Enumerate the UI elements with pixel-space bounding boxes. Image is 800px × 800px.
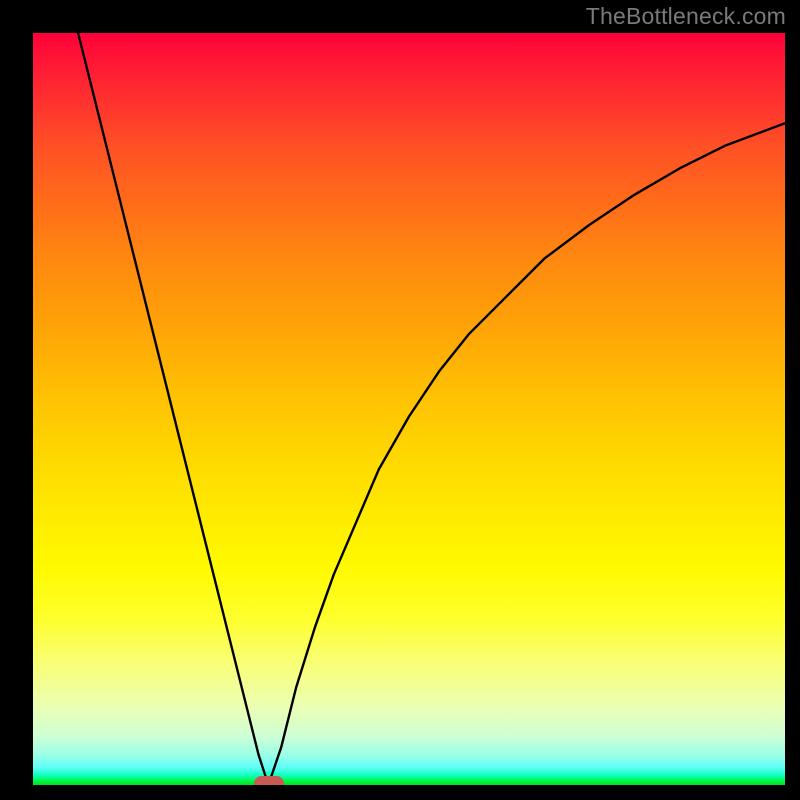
watermark-label: TheBottleneck.com xyxy=(586,3,786,30)
minimum-marker xyxy=(254,776,284,785)
chart-frame: TheBottleneck.com xyxy=(0,0,800,800)
plot-area xyxy=(33,33,785,785)
bottleneck-curve xyxy=(33,33,785,785)
